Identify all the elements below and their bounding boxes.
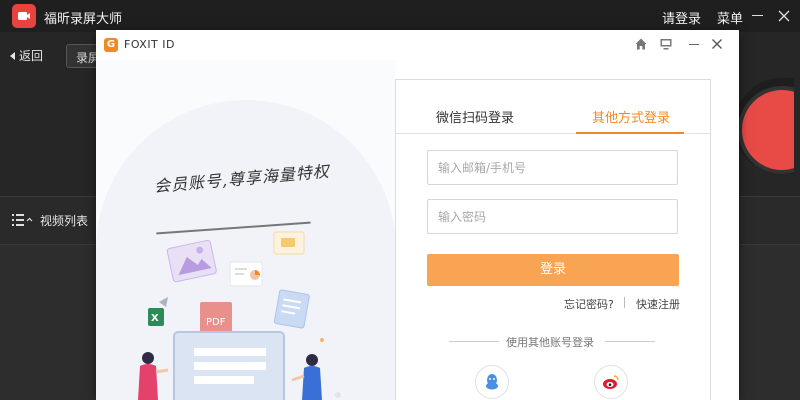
pdf-file-icon: PDF bbox=[200, 302, 232, 336]
dialog-close-icon[interactable] bbox=[711, 38, 723, 50]
home-icon[interactable] bbox=[634, 37, 648, 51]
app-menu-button[interactable]: 菜单 bbox=[717, 8, 743, 27]
close-icon[interactable] bbox=[776, 8, 792, 24]
pdf-badge-text: PDF bbox=[206, 317, 226, 328]
document-card-icon bbox=[273, 231, 305, 255]
login-panel: 微信扫码登录 其他方式登录 登录 忘记密码? 快速注册 使用其他账号登录 bbox=[395, 79, 711, 400]
list-icon[interactable] bbox=[12, 213, 34, 227]
register-link[interactable]: 快速注册 bbox=[636, 296, 680, 312]
forgot-password-link[interactable]: 忘记密码? bbox=[564, 296, 614, 312]
svg-text:X: X bbox=[151, 313, 159, 324]
active-tab-indicator bbox=[576, 132, 684, 134]
person-left-figure bbox=[138, 352, 169, 400]
back-label: 返回 bbox=[19, 49, 44, 63]
chart-card-icon bbox=[229, 261, 263, 287]
divider-right bbox=[605, 341, 655, 342]
dialog-minimize-icon[interactable] bbox=[689, 44, 699, 45]
screen-icon[interactable] bbox=[659, 37, 673, 51]
app-logo-icon bbox=[12, 4, 36, 28]
image-card-icon bbox=[166, 239, 217, 283]
link-separator bbox=[624, 297, 625, 308]
minimize-icon[interactable] bbox=[752, 15, 763, 16]
blue-doc-icon bbox=[273, 289, 310, 329]
app-login-link[interactable]: 请登录 bbox=[662, 8, 701, 27]
video-list-label: 视频列表 bbox=[40, 214, 89, 228]
weibo-login-button[interactable] bbox=[594, 365, 628, 399]
qq-login-button[interactable] bbox=[475, 365, 509, 399]
foxit-login-dialog: G FOXIT ID 会员账号,尊享海量特权 X PDF 微信扫码登录 其他方式… bbox=[96, 30, 739, 400]
decor-dot bbox=[320, 338, 324, 342]
back-arrow-icon bbox=[10, 51, 15, 60]
decor-dot bbox=[335, 392, 341, 398]
app-titlebar: 福昕录屏大师 请登录 菜单 bbox=[0, 0, 800, 32]
illustration-art: X PDF bbox=[138, 231, 341, 400]
password-input[interactable] bbox=[427, 199, 678, 234]
divider-left bbox=[449, 341, 499, 342]
email-phone-input[interactable] bbox=[427, 150, 678, 185]
back-button[interactable]: 返回 bbox=[10, 47, 43, 64]
tab-wechat-login[interactable]: 微信扫码登录 bbox=[436, 107, 514, 126]
tab-other-login[interactable]: 其他方式登录 bbox=[592, 107, 670, 126]
monitor-icon bbox=[173, 331, 285, 400]
other-accounts-label: 使用其他账号登录 bbox=[506, 336, 594, 349]
weibo-icon bbox=[603, 375, 619, 389]
excel-file-icon: X bbox=[148, 297, 168, 326]
person-right-figure bbox=[291, 354, 322, 400]
login-button[interactable]: 登录 bbox=[427, 254, 679, 286]
qq-icon bbox=[486, 374, 498, 390]
app-title: 福昕录屏大师 bbox=[44, 12, 123, 27]
